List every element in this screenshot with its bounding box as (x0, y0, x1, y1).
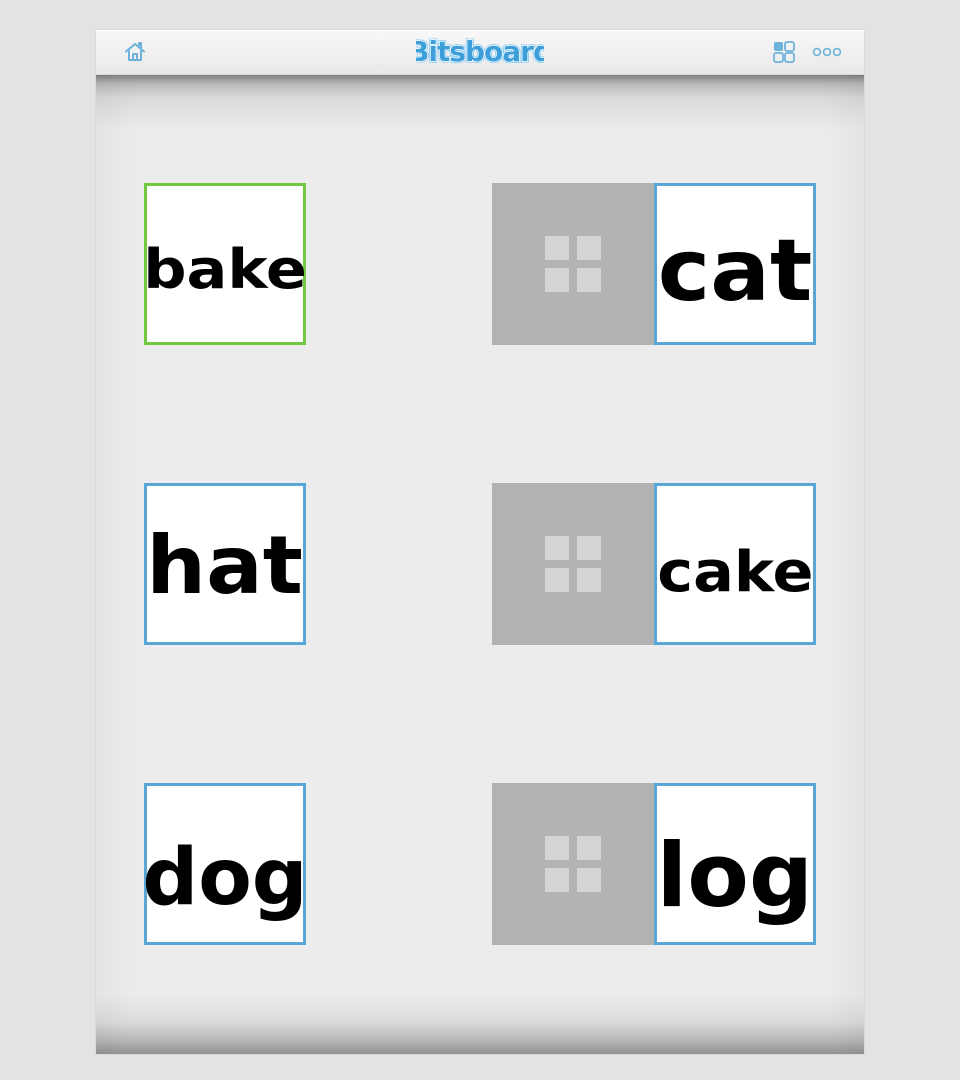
left-word-card-dog[interactable]: dog (142, 783, 308, 945)
right-word-text: cat (657, 221, 813, 321)
more-icon (812, 47, 842, 57)
left-word-text: dog (142, 833, 308, 923)
layout-icon (773, 41, 795, 63)
match-slot-2[interactable] (492, 483, 654, 645)
grid-icon (545, 836, 601, 892)
left-word-card-hat[interactable]: hat (144, 483, 306, 645)
right-word-card-cake[interactable]: cake (654, 483, 816, 645)
right-word-card-log[interactable]: log (654, 783, 816, 945)
bitsboard-logo: Bitsboard Bitsboard (416, 34, 544, 70)
top-toolbar: Bitsboard Bitsboard (96, 30, 864, 75)
grid-icon (545, 536, 601, 592)
layout-button[interactable] (771, 39, 797, 65)
matching-board: bake hat dog cat cake log (96, 74, 864, 1054)
logo-text-overlay: Bitsboard (416, 35, 544, 68)
match-slot-3[interactable] (492, 783, 654, 945)
home-button[interactable] (119, 37, 151, 67)
left-word-card-bake[interactable]: bake (143, 183, 307, 345)
right-word-card-cat[interactable]: cat (654, 183, 816, 345)
right-word-text: cake (656, 540, 814, 605)
left-word-text: bake (143, 238, 307, 301)
right-word-text: log (656, 824, 814, 927)
match-slot-1[interactable] (492, 183, 654, 345)
left-word-text: hat (146, 519, 304, 612)
more-button[interactable] (812, 43, 842, 61)
grid-icon (545, 236, 601, 292)
app-logo: Bitsboard Bitsboard (416, 34, 544, 70)
home-icon (125, 42, 145, 61)
bitsboard-app: Bitsboard Bitsboard bake hat dog cat cak… (96, 30, 864, 1054)
